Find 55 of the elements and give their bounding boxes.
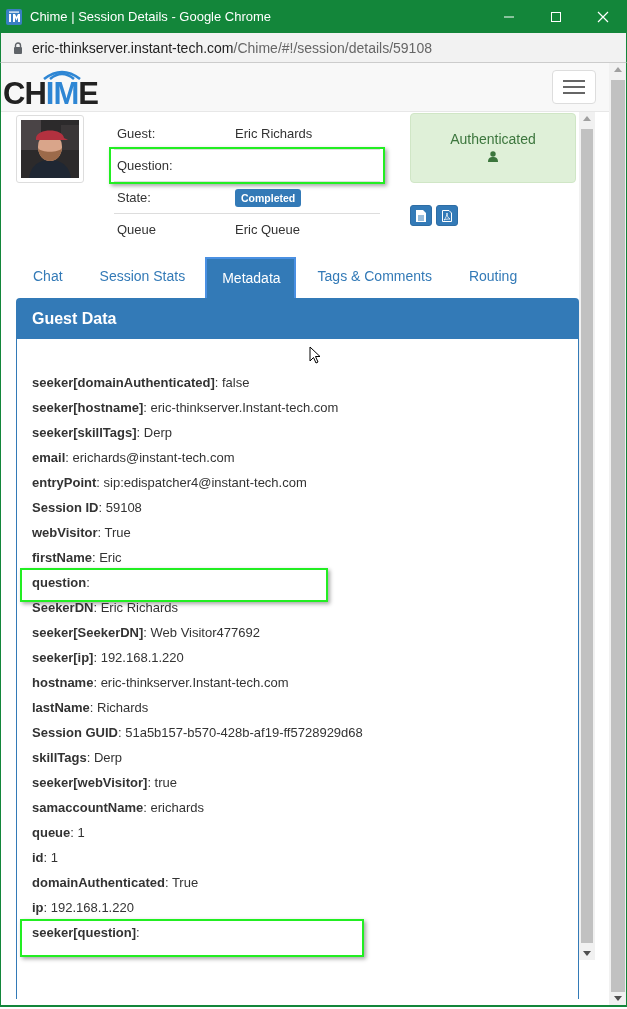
metadata-entry: seeker[hostname]: eric-thinkserver.Instant-tech.com bbox=[32, 400, 339, 415]
metadata-entry: seeker[question]: bbox=[32, 925, 140, 940]
menu-button[interactable] bbox=[552, 70, 596, 104]
field-label: State: bbox=[117, 190, 152, 205]
metadata-entry: question: bbox=[32, 575, 90, 590]
metadata-entry: Session GUID: 51a5b157-b570-428b-af19-ff5728929d68 bbox=[32, 725, 363, 740]
panel-title: Guest Data bbox=[32, 310, 117, 328]
app-icon bbox=[6, 8, 22, 25]
field-value: Eric Queue bbox=[235, 222, 301, 237]
status-label: Authenticated bbox=[450, 131, 536, 147]
mouse-cursor-icon bbox=[309, 346, 321, 364]
field-value: Eric Richards bbox=[235, 126, 313, 141]
metadata-entry: id: 1 bbox=[32, 850, 59, 865]
tab[interactable]: Tags & Comments bbox=[300, 255, 447, 298]
user-icon bbox=[488, 151, 498, 162]
metadata-entry: seeker[domainAuthenticated]: false bbox=[32, 375, 250, 390]
tab[interactable]: Chat bbox=[16, 255, 78, 298]
metadata-entry: entryPoint: sip:edispatcher4@instant-tech.com bbox=[32, 475, 307, 490]
metadata-entry: seeker[skillTags]: Derp bbox=[32, 425, 172, 440]
metadata-entry: email: erichards@instant-tech.com bbox=[32, 450, 235, 465]
tab[interactable]: Routing bbox=[451, 255, 533, 298]
scrollbar[interactable] bbox=[609, 63, 626, 1005]
metadata-entry: seeker[SeekerDN]: Web Visitor477692 bbox=[32, 625, 260, 640]
tab[interactable]: Metadata bbox=[205, 257, 296, 298]
field-label: Queue bbox=[117, 222, 158, 237]
metadata-entry: seeker[webVisitor]: true bbox=[32, 775, 177, 790]
scroll-down-icon[interactable] bbox=[583, 951, 591, 956]
close-icon[interactable] bbox=[597, 10, 609, 23]
metadata-entry: queue: 1 bbox=[32, 825, 85, 840]
metadata-entry: hostname: eric-thinkserver.Instant-tech.com bbox=[32, 675, 289, 690]
menu-icon bbox=[563, 80, 585, 94]
document-button[interactable] bbox=[410, 205, 432, 226]
metadata-entry: Session ID: 59108 bbox=[32, 500, 142, 515]
metadata-entry: ip: 192.168.1.220 bbox=[32, 900, 134, 915]
metadata-entry: webVisitor: True bbox=[32, 525, 131, 540]
metadata-entry: seeker[ip]: 192.168.1.220 bbox=[32, 650, 184, 665]
chime-logo[interactable]: CHIME bbox=[3, 65, 98, 109]
tab[interactable]: Session Stats bbox=[82, 255, 201, 298]
scroll-down-icon[interactable] bbox=[613, 996, 622, 1001]
metadata-entry: samaccountName: erichards bbox=[32, 800, 204, 815]
metadata-entry: SeekerDN: Eric Richards bbox=[32, 600, 178, 615]
metadata-entry: lastName: Richards bbox=[32, 700, 149, 715]
document-icon bbox=[416, 209, 426, 222]
pdf-icon bbox=[442, 209, 452, 222]
maximize-icon[interactable] bbox=[550, 10, 562, 23]
lock-icon bbox=[13, 41, 23, 54]
window-title: Chime | Session Details - Google Chrome bbox=[30, 9, 272, 24]
metadata-entry: firstName: Eric bbox=[32, 550, 122, 565]
field-label: Question: bbox=[117, 158, 174, 173]
metadata-entry: skillTags: Derp bbox=[32, 750, 123, 765]
pdf-button[interactable] bbox=[436, 205, 458, 226]
metadata-entry: domainAuthenticated: True bbox=[32, 875, 199, 890]
field-label: Guest: bbox=[117, 126, 157, 141]
status-badge: Completed bbox=[235, 188, 302, 207]
scrollbar[interactable] bbox=[579, 112, 595, 960]
